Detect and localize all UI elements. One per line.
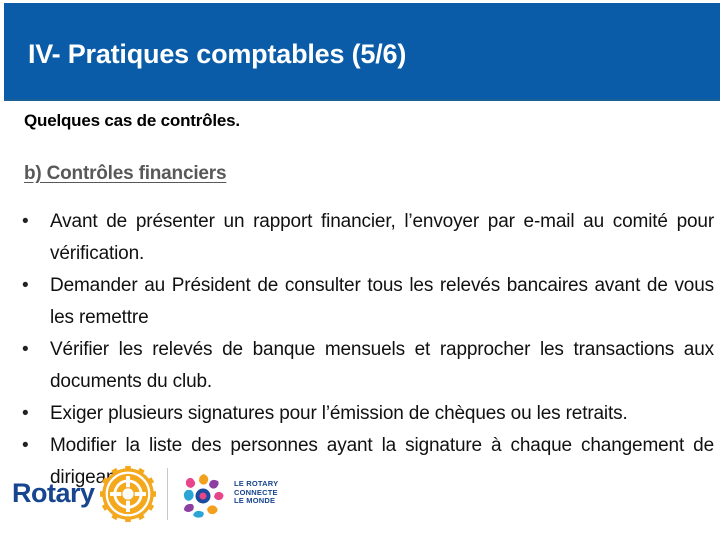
list-item: • Avant de présenter un rapport financie…: [18, 206, 714, 270]
section-subheading: b) Contrôles financiers: [24, 163, 227, 184]
list-item-text: Avant de présenter un rapport financier,…: [50, 211, 714, 264]
slide-body: Quelques cas de contrôles. b) Contrôles …: [0, 101, 720, 540]
list-item-text: Modifier la liste des personnes ayant la…: [50, 435, 714, 488]
slide-canvas: IV- Pratiques comptables (5/6) Quelques …: [0, 0, 720, 540]
intro-text: Quelques cas de contrôles.: [24, 111, 240, 130]
bullet-icon: •: [22, 403, 29, 424]
bullet-icon: •: [22, 339, 29, 360]
list-item: • Exiger plusieurs signatures pour l’émi…: [18, 398, 714, 430]
bullet-list: • Avant de présenter un rapport financie…: [18, 206, 714, 494]
list-item-text: Demander au Président de consulter tous …: [50, 275, 714, 328]
page-title: IV- Pratiques comptables (5/6): [28, 39, 407, 69]
bullet-icon: •: [22, 211, 29, 232]
list-item-text: Vérifier les relevés de banque mensuels …: [50, 339, 714, 392]
list-item-text: Exiger plusieurs signatures pour l’émiss…: [50, 403, 628, 424]
bullet-icon: •: [22, 275, 29, 296]
title-banner: IV- Pratiques comptables (5/6): [4, 3, 720, 101]
list-item: • Modifier la liste des personnes ayant …: [18, 430, 714, 494]
list-item: • Demander au Président de consulter tou…: [18, 270, 714, 334]
bullet-icon: •: [22, 435, 29, 456]
list-item: • Vérifier les relevés de banque mensuel…: [18, 334, 714, 398]
